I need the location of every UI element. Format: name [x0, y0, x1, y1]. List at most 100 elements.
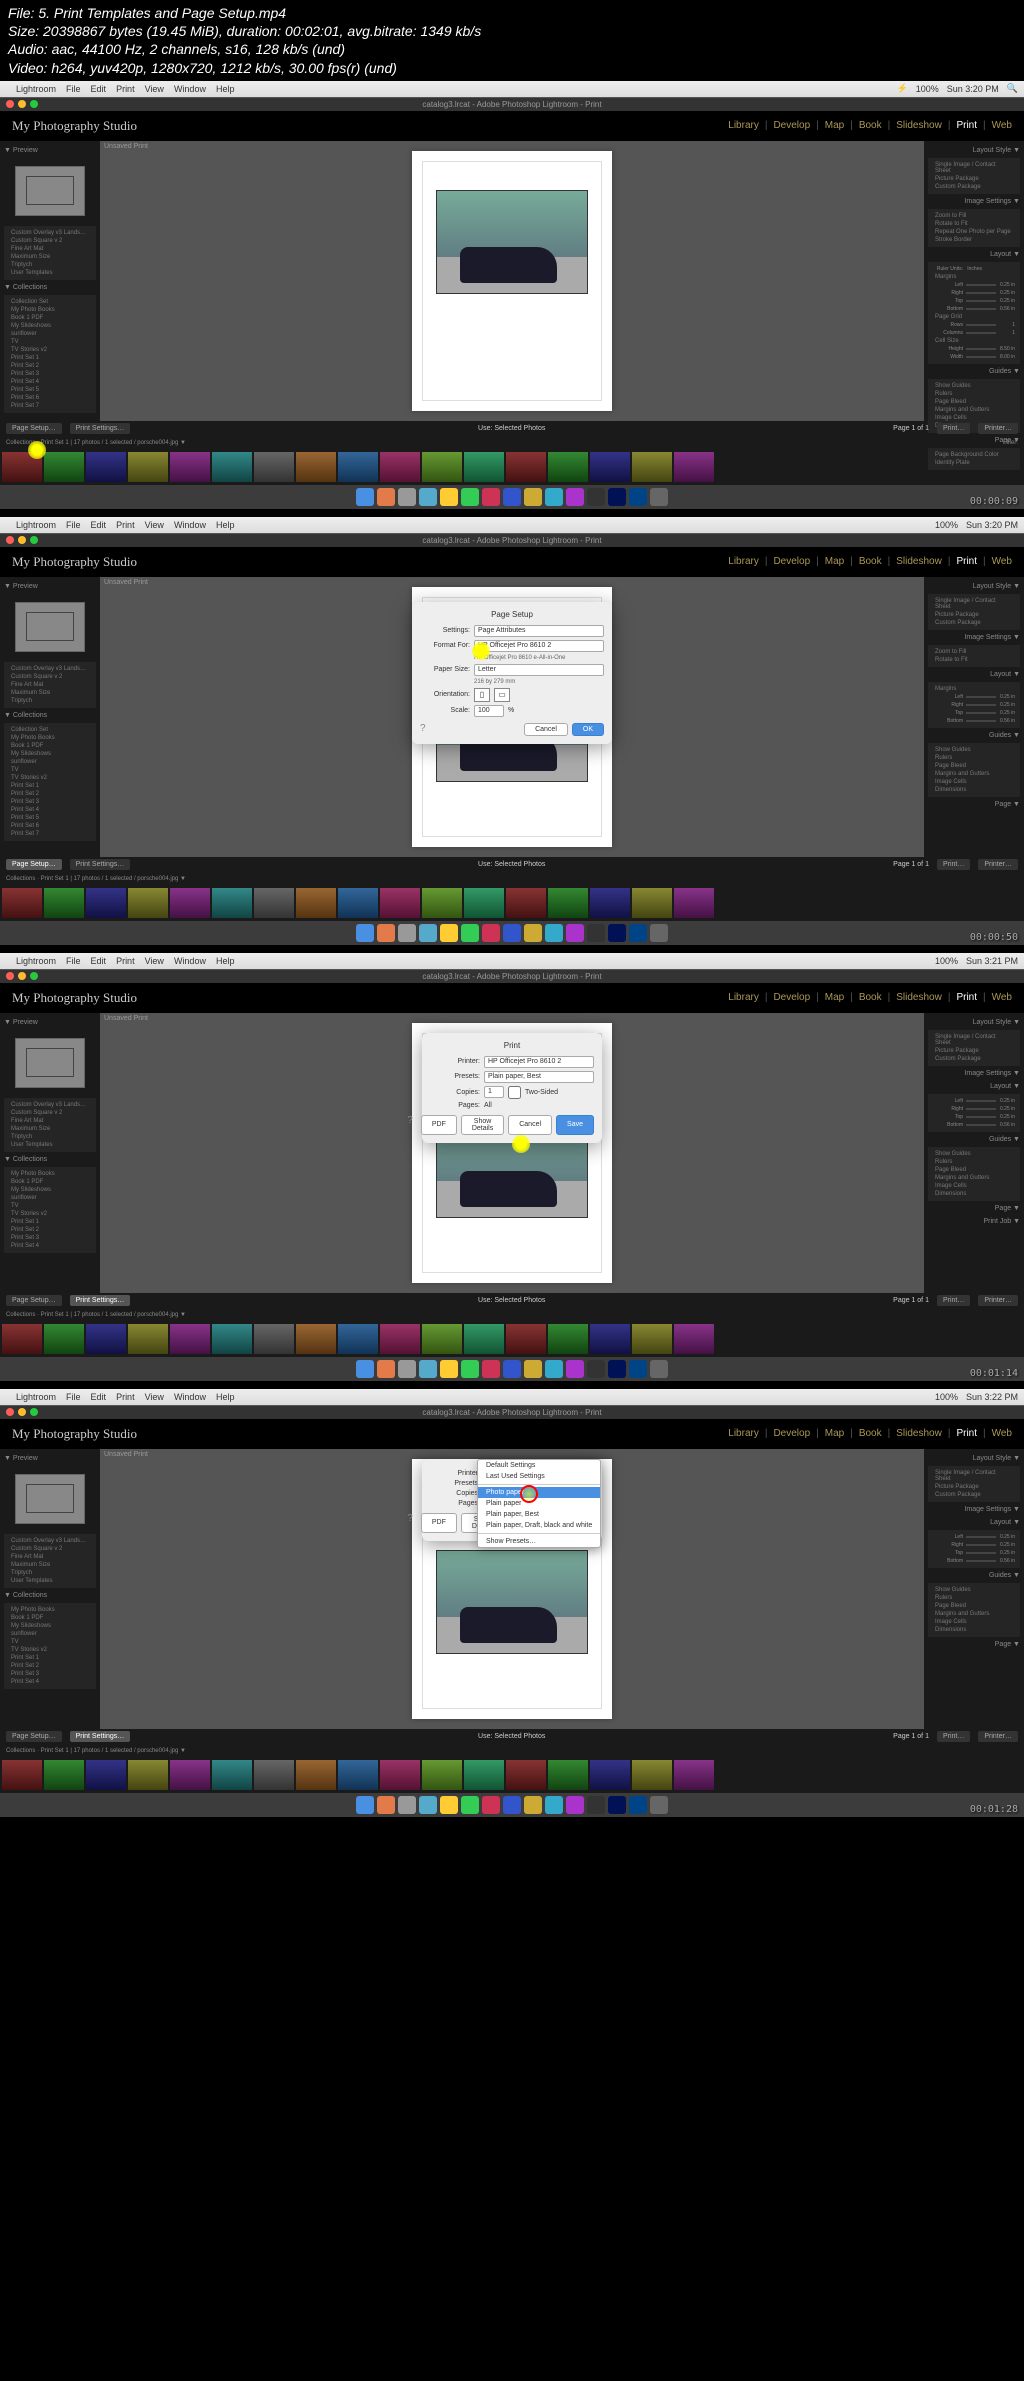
- collection-item[interactable]: My Photo Books: [7, 306, 93, 314]
- dock-icon[interactable]: [503, 488, 521, 506]
- print-canvas[interactable]: Unsaved Print: [100, 141, 924, 421]
- collection-item[interactable]: Print Set 3: [7, 370, 93, 378]
- template-item[interactable]: Maximum Size: [7, 253, 93, 261]
- image-settings-header[interactable]: Image Settings ▼: [928, 196, 1020, 207]
- collections-header[interactable]: ▼ Collections: [4, 282, 96, 293]
- module-web[interactable]: Web: [992, 120, 1012, 131]
- use-selected[interactable]: Use: Selected Photos: [478, 425, 545, 432]
- film-thumb[interactable]: [296, 452, 336, 482]
- page-setup-button[interactable]: Page Setup…: [6, 423, 62, 434]
- presets-dropdown[interactable]: Default Settings Last Used Settings Phot…: [477, 1459, 601, 1548]
- collection-item[interactable]: My Slideshows: [7, 322, 93, 330]
- identity-plate-opt[interactable]: Identity Plate: [931, 459, 1017, 467]
- scale-input[interactable]: 100: [474, 705, 504, 717]
- format-for-select[interactable]: HP Officejet Pro 8610 2: [474, 640, 604, 652]
- film-thumb[interactable]: [506, 452, 546, 482]
- mac-menubar[interactable]: Lightroom File Edit Print View Window He…: [0, 81, 1024, 97]
- show-guides[interactable]: Show Guides: [931, 382, 1017, 390]
- menu-file[interactable]: File: [66, 84, 81, 94]
- layout-type[interactable]: Picture Package: [931, 175, 1017, 183]
- collection-item[interactable]: Book 1 PDF: [7, 314, 93, 322]
- settings-select[interactable]: Page Attributes: [474, 625, 604, 637]
- dock-icon[interactable]: [587, 488, 605, 506]
- margin-top[interactable]: Top0.25 in: [931, 297, 1017, 305]
- margin-bottom[interactable]: Bottom0.56 in: [931, 305, 1017, 313]
- film-thumb[interactable]: [44, 452, 84, 482]
- orientation-landscape[interactable]: ▭: [494, 688, 510, 702]
- img-opt[interactable]: Zoom to Fill: [931, 212, 1017, 220]
- template-item[interactable]: Triptych: [7, 261, 93, 269]
- guide-opt[interactable]: Image Cells: [931, 414, 1017, 422]
- dock-icon[interactable]: [650, 488, 668, 506]
- template-item[interactable]: Custom Square v 2: [7, 237, 93, 245]
- dock-icon[interactable]: [377, 488, 395, 506]
- dock-icon[interactable]: [419, 488, 437, 506]
- film-thumb[interactable]: [338, 452, 378, 482]
- film-thumb[interactable]: [464, 452, 504, 482]
- help-icon[interactable]: ?: [420, 723, 426, 736]
- layout-header[interactable]: Layout ▼: [928, 249, 1020, 260]
- spotlight-icon[interactable]: 🔍: [1007, 83, 1018, 94]
- presets-select[interactable]: Plain paper, Best: [484, 1071, 594, 1083]
- collection-item[interactable]: Print Set 7: [7, 402, 93, 410]
- film-thumb[interactable]: [86, 452, 126, 482]
- menu-edit[interactable]: Edit: [91, 84, 107, 94]
- dock-icon[interactable]: [629, 488, 647, 506]
- dropdown-item[interactable]: Plain paper, Draft, black and white: [478, 1520, 600, 1531]
- cell-width[interactable]: Width8.00 in: [931, 353, 1017, 361]
- grid-rows[interactable]: Rows1: [931, 321, 1017, 329]
- print-button[interactable]: Print…: [937, 423, 970, 434]
- dock-icon[interactable]: [524, 488, 542, 506]
- module-slideshow[interactable]: Slideshow: [896, 120, 942, 131]
- collection-item[interactable]: Print Set 4: [7, 378, 93, 386]
- wifi-icon[interactable]: ⚡: [897, 83, 908, 94]
- print-settings-button[interactable]: Print Settings…: [70, 423, 131, 434]
- template-item[interactable]: Custom Overlay v3 Lands…: [7, 229, 93, 237]
- layout-type[interactable]: Single Image / Contact Sheet: [931, 161, 1017, 175]
- pdf-button[interactable]: PDF: [421, 1115, 457, 1135]
- mac-menubar[interactable]: LightroomFileEditPrintViewWindowHelp 100…: [0, 517, 1024, 533]
- film-thumb[interactable]: [170, 452, 210, 482]
- module-library[interactable]: Library: [728, 120, 759, 131]
- collection-item[interactable]: Print Set 2: [7, 362, 93, 370]
- dropdown-item-selected[interactable]: Photo paper: [478, 1487, 600, 1498]
- guides-header[interactable]: Guides ▼: [928, 366, 1020, 377]
- film-thumb[interactable]: [212, 452, 252, 482]
- preview-header[interactable]: ▼ Preview: [4, 145, 96, 156]
- dropdown-item[interactable]: Last Used Settings: [478, 1471, 600, 1482]
- collection-item[interactable]: sunflower: [7, 330, 93, 338]
- film-thumb[interactable]: [422, 452, 462, 482]
- two-sided-checkbox[interactable]: [508, 1086, 521, 1099]
- film-thumb[interactable]: [590, 452, 630, 482]
- margin-left[interactable]: Left0.25 in: [931, 281, 1017, 289]
- paper-size-select[interactable]: Letter: [474, 664, 604, 676]
- dock-icon[interactable]: [482, 488, 500, 506]
- collection-item[interactable]: Print Set 5: [7, 386, 93, 394]
- traffic-lights[interactable]: [6, 100, 38, 108]
- dropdown-item[interactable]: Plain paper, Best: [478, 1509, 600, 1520]
- collection-item[interactable]: Print Set 1: [7, 354, 93, 362]
- layout-type[interactable]: Custom Package: [931, 183, 1017, 191]
- dock-icon[interactable]: [398, 488, 416, 506]
- img-opt[interactable]: Rotate to Fit: [931, 220, 1017, 228]
- cancel-button[interactable]: Cancel: [524, 723, 568, 736]
- film-thumb[interactable]: [254, 452, 294, 482]
- module-book[interactable]: Book: [859, 120, 882, 131]
- img-opt[interactable]: Repeat One Photo per Page: [931, 228, 1017, 236]
- module-print[interactable]: Print: [956, 120, 977, 131]
- dock-icon[interactable]: [566, 488, 584, 506]
- ok-button[interactable]: OK: [572, 723, 604, 736]
- filmstrip[interactable]: [0, 449, 1024, 485]
- menu-help[interactable]: Help: [216, 84, 235, 94]
- guide-opt[interactable]: Rulers: [931, 390, 1017, 398]
- dock-icon[interactable]: [440, 488, 458, 506]
- page-bg[interactable]: Page Background Color: [931, 451, 1017, 459]
- cancel-button[interactable]: Cancel: [508, 1115, 552, 1135]
- identity-plate[interactable]: My Photography Studio: [12, 118, 137, 134]
- save-button[interactable]: Save: [556, 1115, 594, 1135]
- copies-input[interactable]: 1: [484, 1086, 504, 1098]
- pdf-button[interactable]: PDF: [421, 1513, 457, 1533]
- orientation-portrait[interactable]: ▯: [474, 688, 490, 702]
- module-map[interactable]: Map: [825, 120, 844, 131]
- help-icon[interactable]: ?: [407, 1115, 413, 1135]
